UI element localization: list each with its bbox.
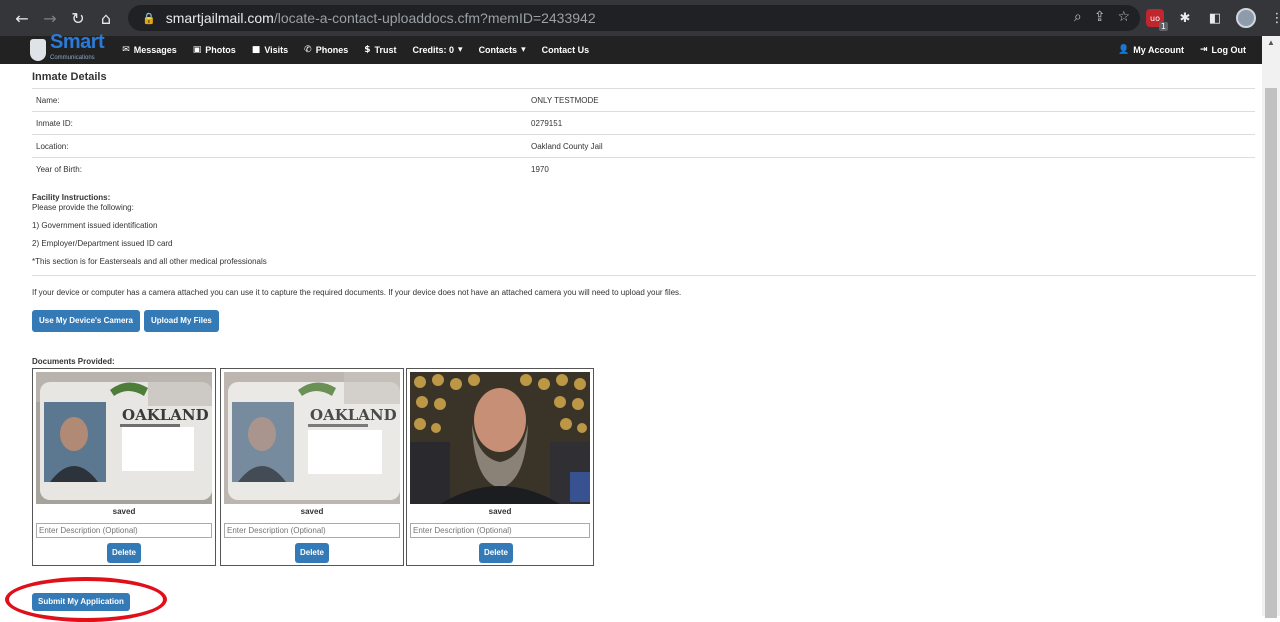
dollar-icon: $ (364, 45, 371, 55)
nav-photos[interactable]: ▣ Photos (185, 45, 244, 55)
document-status: saved (112, 506, 136, 516)
scrollbar-thumb[interactable] (1265, 88, 1277, 618)
document-card: OAKLAND saved Delete (220, 367, 404, 566)
url-text: smartjailmail.com/locate-a-contact-uploa… (165, 10, 596, 26)
page-scrollbar[interactable]: ▲ (1262, 36, 1280, 618)
zoom-icon[interactable]: ⌕ (1074, 9, 1082, 25)
forward-icon[interactable]: → (36, 9, 64, 28)
delete-document-button[interactable]: Delete (479, 542, 513, 563)
list-item: 1) Government issued identification (32, 220, 158, 230)
list-item: 2) Employer/Department issued ID card (32, 238, 173, 248)
red-highlight-annotation (5, 577, 167, 622)
nav-contacts-dropdown[interactable]: Contacts ▾ (471, 45, 534, 55)
inmate-details-title: Inmate Details (32, 71, 107, 83)
smart-communications-logo[interactable]: Smart Communications (30, 32, 105, 64)
svg-text:OAKLAND: OAKLAND (122, 406, 209, 424)
nav-log-out[interactable]: ⇥ Log Out (1192, 45, 1254, 55)
lock-icon: 🔒 (142, 11, 156, 25)
documents-grid: OAKLAND saved Delete OAKL (32, 367, 1256, 568)
nav-credits-dropdown[interactable]: Credits: 0 ▾ (405, 45, 471, 55)
main-content: Inmate Details Name: ONLY TESTMODE Inmate… (32, 64, 1256, 568)
extensions-puzzle-icon[interactable]: ✱ (1176, 9, 1194, 27)
home-icon[interactable]: ⌂ (92, 9, 120, 28)
delete-document-button[interactable]: Delete (295, 542, 329, 563)
nav-messages[interactable]: ✉ Messages (114, 45, 185, 55)
document-status: saved (488, 506, 512, 516)
browser-toolbar: ← → ↻ ⌂ 🔒 smartjailmail.com/locate-a-con… (0, 0, 1280, 36)
document-description-input[interactable] (410, 522, 590, 538)
profile-avatar[interactable] (1236, 8, 1256, 28)
table-row: Inmate ID: 0279151 (32, 111, 1255, 135)
delete-document-button[interactable]: Delete (107, 542, 141, 563)
documents-provided-label: Documents Provided: (32, 356, 115, 366)
document-card: saved Delete (406, 367, 594, 566)
caret-down-icon: ▾ (458, 45, 463, 55)
nav-phones[interactable]: ✆ Phones (296, 45, 356, 55)
nav-visits[interactable]: ■ Visits (244, 45, 296, 55)
use-camera-button[interactable]: Use My Device's Camera (32, 309, 140, 332)
upload-files-button[interactable]: Upload My Files (143, 309, 219, 332)
nav-my-account[interactable]: 👤 My Account (1110, 45, 1192, 55)
envelope-icon: ✉ (122, 45, 130, 55)
scroll-up-arrow-icon[interactable]: ▲ (1267, 38, 1275, 47)
facility-instructions: Facility Instructions: Please provide the… (32, 193, 1256, 267)
bookmark-star-icon[interactable]: ☆ (1117, 9, 1130, 25)
user-icon: 👤 (1118, 45, 1130, 55)
logout-icon: ⇥ (1199, 45, 1208, 55)
ublock-extension-icon[interactable]: uo 1 (1146, 9, 1168, 31)
document-thumbnail[interactable] (410, 371, 590, 504)
svg-text:OAKLAND: OAKLAND (310, 406, 397, 424)
address-bar[interactable]: 🔒 smartjailmail.com/locate-a-contact-upl… (128, 5, 1140, 31)
document-description-input[interactable] (36, 522, 212, 538)
camera-info-text: If your device or computer has a camera … (32, 287, 682, 297)
share-icon[interactable]: ⇪ (1094, 9, 1106, 25)
list-item: *This section is for Easterseals and all… (32, 256, 267, 266)
document-thumbnail[interactable]: OAKLAND (224, 371, 400, 504)
back-icon[interactable]: ← (8, 9, 36, 28)
table-row: Location: Oakland County Jail (32, 134, 1255, 158)
nav-trust[interactable]: $ Trust (356, 45, 404, 55)
phone-icon: ✆ (304, 45, 312, 55)
table-row: Year of Birth: 1970 (32, 157, 1255, 181)
document-thumbnail[interactable]: OAKLAND (36, 371, 212, 504)
caret-down-icon: ▾ (521, 45, 526, 55)
document-status: saved (300, 506, 324, 516)
shield-logo-icon (30, 39, 46, 61)
kebab-menu-icon[interactable]: ⋮ (1268, 9, 1280, 27)
site-navbar: Smart Communications ✉ Messages ▣ Photos ■ V… (0, 32, 1262, 64)
side-panel-icon[interactable]: ◧ (1206, 9, 1224, 27)
table-row: Name: ONLY TESTMODE (32, 88, 1255, 112)
reload-icon[interactable]: ↻ (64, 9, 92, 28)
video-icon: ■ (251, 45, 261, 55)
nav-contact-us[interactable]: Contact Us (534, 45, 598, 55)
document-card: OAKLAND saved Delete (32, 367, 216, 566)
inmate-details-table: Name: ONLY TESTMODE Inmate ID: 0279151 Loc… (32, 88, 1255, 181)
document-description-input[interactable] (224, 522, 400, 538)
divider (32, 274, 1256, 276)
photo-icon: ▣ (192, 45, 202, 55)
